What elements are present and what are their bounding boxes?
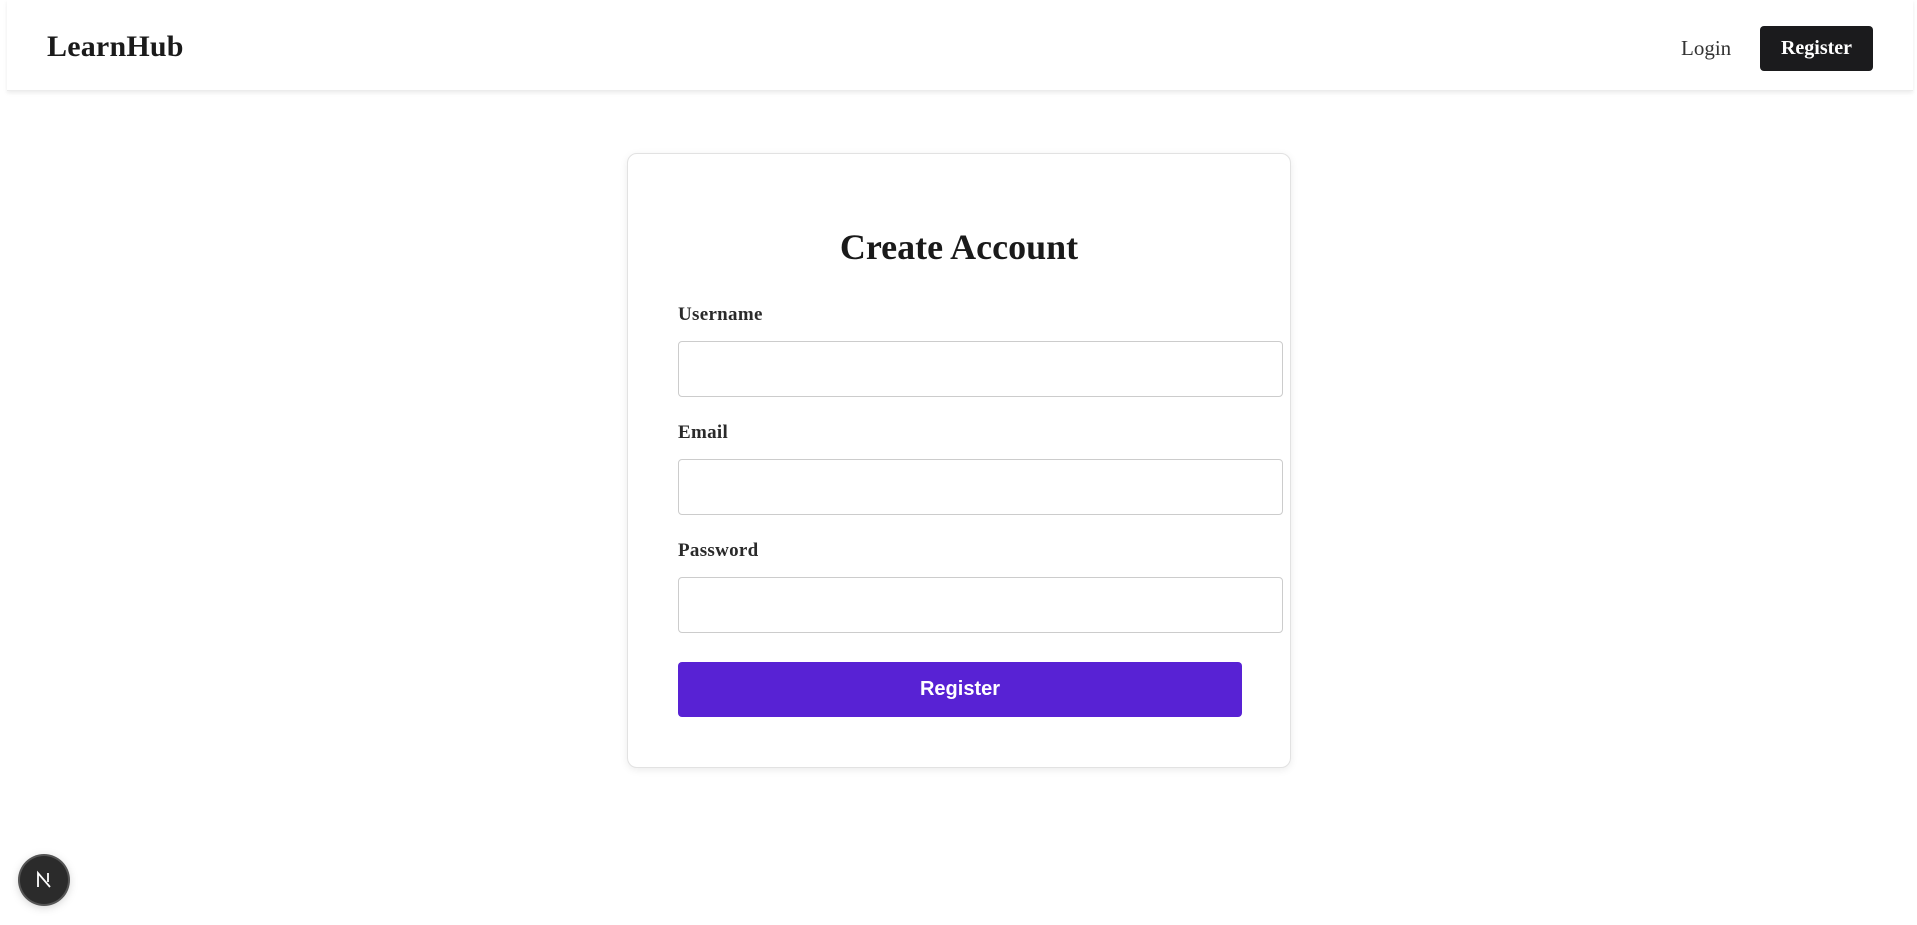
- top-navbar: LearnHub Login Register: [7, 0, 1913, 91]
- nav-register-button[interactable]: Register: [1760, 26, 1873, 71]
- nextjs-logo-icon: [37, 870, 51, 888]
- register-submit-button[interactable]: Register: [678, 662, 1242, 717]
- password-input[interactable]: [678, 577, 1283, 633]
- page-title: Create Account: [839, 227, 1079, 267]
- email-label: Email: [678, 422, 729, 443]
- brand-logo[interactable]: LearnHub: [47, 30, 184, 64]
- username-label: Username: [678, 304, 763, 325]
- login-link[interactable]: Login: [1681, 36, 1731, 61]
- username-input[interactable]: [678, 341, 1283, 397]
- register-card: Create Account Username Email Password R…: [627, 153, 1291, 768]
- password-label: Password: [678, 540, 759, 561]
- nextjs-dev-badge[interactable]: [20, 856, 68, 904]
- email-input[interactable]: [678, 459, 1283, 515]
